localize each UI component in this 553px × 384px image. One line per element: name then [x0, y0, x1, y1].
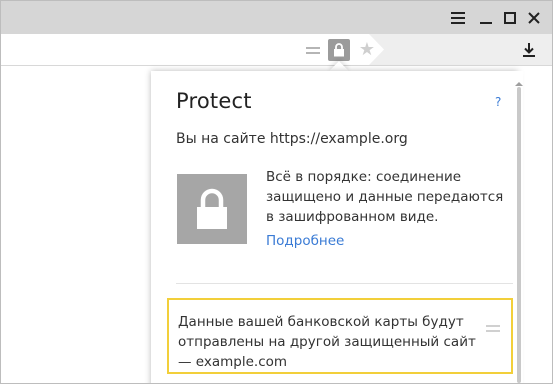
address-bar: ★ — [1, 34, 552, 66]
minimize-icon[interactable] — [475, 7, 497, 29]
lock-icon — [197, 188, 227, 229]
connection-status-text: Всё в порядке: соединение защищено и дан… — [266, 169, 504, 225]
popup-scrollbar[interactable] — [515, 71, 523, 383]
url-field[interactable] — [1, 34, 384, 65]
site-protection-button[interactable] — [328, 39, 350, 61]
drag-handle-icon[interactable] — [486, 318, 500, 332]
help-link[interactable]: ? — [495, 95, 501, 109]
download-icon[interactable] — [520, 41, 540, 59]
divider — [176, 283, 513, 284]
site-address-text: Вы на сайте https://example.org — [176, 131, 408, 147]
reader-mode-icon[interactable] — [305, 43, 321, 57]
scroll-up-icon[interactable] — [515, 73, 523, 86]
lock-icon — [334, 43, 344, 57]
more-details-link[interactable]: Подробнее — [266, 233, 344, 249]
secure-lock-tile — [177, 174, 247, 244]
protect-popup: Protect ? Вы на сайте https://example.or… — [151, 71, 518, 383]
scroll-thumb[interactable] — [517, 87, 521, 383]
payment-warning-box: Данные вашей банковской карты будут отпр… — [167, 298, 513, 374]
payment-warning-text: Данные вашей банковской карты будут отпр… — [178, 314, 476, 370]
hamburger-menu-icon[interactable] — [447, 7, 469, 29]
browser-window: ★ Protect ? Вы на сайте https://example.… — [0, 0, 553, 384]
star-icon[interactable]: ★ — [357, 40, 377, 60]
popup-title: Protect — [176, 89, 252, 113]
title-bar — [1, 1, 552, 34]
maximize-icon[interactable] — [499, 7, 521, 29]
close-icon[interactable] — [523, 7, 545, 29]
